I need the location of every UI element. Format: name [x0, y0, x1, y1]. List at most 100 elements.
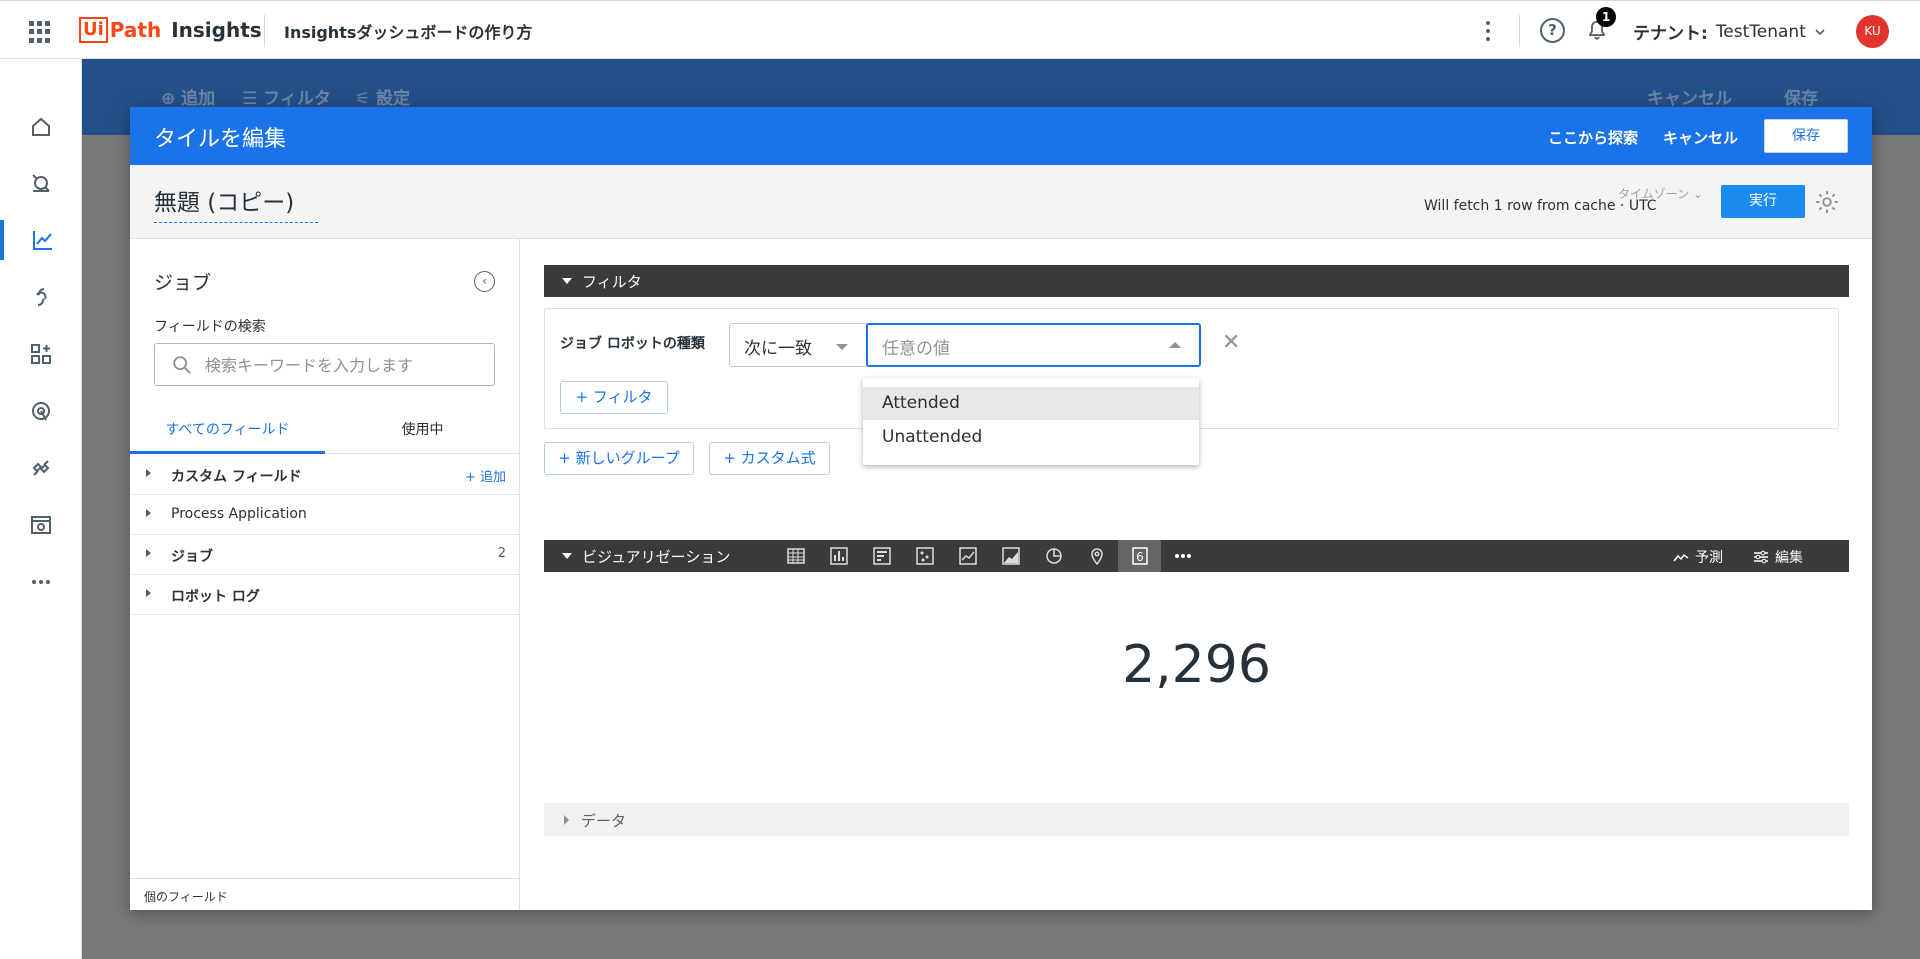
nav-automation[interactable]: [0, 163, 82, 203]
forecast-icon: [1673, 553, 1689, 562]
building-gear-icon: [31, 516, 51, 534]
app-launcher-icon[interactable]: [29, 21, 51, 43]
nav-admin[interactable]: [0, 505, 82, 545]
viz-pie[interactable]: [1032, 540, 1075, 572]
logo-ui: Ui: [79, 17, 108, 43]
chart-line-icon: [33, 231, 52, 250]
help-icon[interactable]: ?: [1540, 18, 1565, 43]
chevron-down-icon: [1815, 28, 1825, 35]
dropdown-option-unattended[interactable]: Unattended: [863, 421, 1199, 454]
nav-integration[interactable]: [0, 277, 82, 317]
more-horizontal-icon: [1174, 554, 1191, 558]
nav-insights[interactable]: [0, 220, 82, 260]
edit-viz-button[interactable]: 編集: [1753, 547, 1803, 567]
more-horizontal-icon: [32, 580, 50, 584]
field-group-jobs[interactable]: ジョブ 2: [130, 535, 520, 575]
column-chart-icon: [829, 547, 848, 565]
collapse-panel-icon[interactable]: ‹: [474, 271, 495, 292]
robot-icon: [32, 174, 50, 192]
field-search-box: [154, 343, 495, 386]
logo-insights: Insights: [171, 18, 262, 42]
viz-scatter[interactable]: [903, 540, 946, 572]
field-group-custom[interactable]: カスタム フィールド + 追加: [130, 455, 520, 495]
more-vertical-icon[interactable]: [1478, 18, 1498, 44]
user-avatar[interactable]: KU: [1856, 15, 1889, 48]
uipath-insights-logo[interactable]: Ui Path Insights: [79, 16, 262, 44]
caret-down-icon: [562, 553, 572, 559]
caret-right-icon: [146, 509, 151, 517]
add-custom-field-button[interactable]: + 追加: [465, 466, 506, 485]
run-button[interactable]: 実行: [1721, 185, 1805, 218]
viz-column[interactable]: [817, 540, 860, 572]
caret-down-icon: [562, 278, 572, 284]
tenant-selector[interactable]: テナント: TestTenant: [1633, 19, 1826, 44]
dropdown-option-attended[interactable]: Attended: [863, 387, 1199, 420]
viz-map[interactable]: [1075, 540, 1118, 572]
modal-save-button[interactable]: 保存: [1764, 119, 1848, 153]
viz-single-value[interactable]: 6: [1118, 540, 1161, 572]
viz-line[interactable]: [946, 540, 989, 572]
field-group-robot-logs[interactable]: ロボット ログ: [130, 575, 520, 615]
field-group-label: カスタム フィールド: [171, 469, 302, 485]
filter-value-dropdown: Attended Unattended: [863, 378, 1199, 465]
field-group-process-application[interactable]: Process Application: [130, 495, 520, 535]
data-section-header[interactable]: データ: [544, 803, 1849, 836]
field-picker-panel: ジョブ ‹ フィールドの検索 すべてのフィールド 使用中 カスタム フィールド …: [130, 239, 520, 910]
tab-all-fields[interactable]: すべてのフィールド: [130, 407, 325, 454]
pie-chart-icon: [1045, 548, 1062, 564]
field-group-label: ロボット ログ: [171, 589, 260, 605]
tile-name-input[interactable]: 無題 (コピー): [154, 183, 318, 223]
caret-right-icon: [146, 469, 151, 477]
nav-home[interactable]: [0, 107, 82, 147]
filters-section-header[interactable]: フィルタ: [544, 265, 1849, 297]
radar-icon: [32, 402, 50, 421]
modal-header: タイルを編集 ここから探索 キャンセル 保存: [130, 107, 1872, 165]
svg-text:6: 6: [1136, 550, 1144, 564]
visualization-section-header[interactable]: ビジュアリゼーション 6 予測 編集: [544, 540, 1849, 572]
caret-down-icon: [836, 344, 848, 350]
filter-value-select[interactable]: 任意の値: [866, 323, 1201, 367]
modal-cancel-button[interactable]: キャンセル: [1663, 127, 1738, 148]
remove-filter-icon[interactable]: ✕: [1222, 330, 1240, 355]
toolbar-add: ⊕ 追加: [161, 89, 216, 109]
field-group-label: Process Application: [171, 506, 307, 522]
area-chart-icon: [1001, 547, 1020, 565]
nav-more[interactable]: [0, 562, 82, 602]
modal-title: タイルを編集: [154, 127, 287, 152]
add-filter-button[interactable]: + フィルタ: [560, 381, 668, 414]
tab-in-use[interactable]: 使用中: [325, 407, 520, 454]
tile-title-bar: 無題 (コピー) タイムゾーン ⌄ Will fetch 1 row from …: [130, 165, 1872, 239]
explore-from-here-button[interactable]: ここから探索: [1548, 127, 1638, 148]
map-pin-icon: [1090, 548, 1103, 566]
viz-bar[interactable]: [860, 540, 903, 572]
gear-icon[interactable]: [1814, 189, 1840, 215]
explore-title: ジョブ: [154, 272, 212, 294]
viz-area[interactable]: [989, 540, 1032, 572]
sliders-icon: [1754, 550, 1768, 564]
new-group-button[interactable]: + 新しいグループ: [544, 442, 694, 475]
bar-chart-icon: [872, 547, 891, 565]
apps-icon: [31, 344, 51, 364]
table-icon: [786, 548, 805, 564]
match-type-value: 次に一致: [744, 339, 812, 359]
viz-table[interactable]: [774, 540, 817, 572]
search-icon: [173, 356, 191, 374]
viz-more[interactable]: [1161, 540, 1204, 572]
forecast-label: 予測: [1695, 550, 1723, 566]
field-search-input[interactable]: [205, 353, 485, 377]
left-nav: [0, 59, 82, 959]
caret-right-icon: [564, 815, 569, 825]
nav-apps[interactable]: [0, 334, 82, 374]
field-count-footer: 個のフィールド: [130, 878, 520, 910]
nav-connections[interactable]: [0, 448, 82, 488]
forecast-button[interactable]: 予測: [1673, 547, 1723, 567]
custom-expression-button[interactable]: + カスタム式: [709, 442, 830, 475]
match-type-select[interactable]: 次に一致: [729, 323, 867, 367]
single-value-icon: 6: [1131, 547, 1148, 565]
nav-process-mining[interactable]: [0, 391, 82, 431]
top-header: Ui Path Insights Insightsダッシュボードの作り方 ? 1…: [0, 0, 1920, 59]
toolbar-save: 保存: [1784, 89, 1818, 109]
tenant-name: TestTenant: [1715, 21, 1806, 42]
visualization-section-title: ビジュアリゼーション: [582, 548, 731, 566]
caret-up-icon: [1169, 342, 1181, 348]
